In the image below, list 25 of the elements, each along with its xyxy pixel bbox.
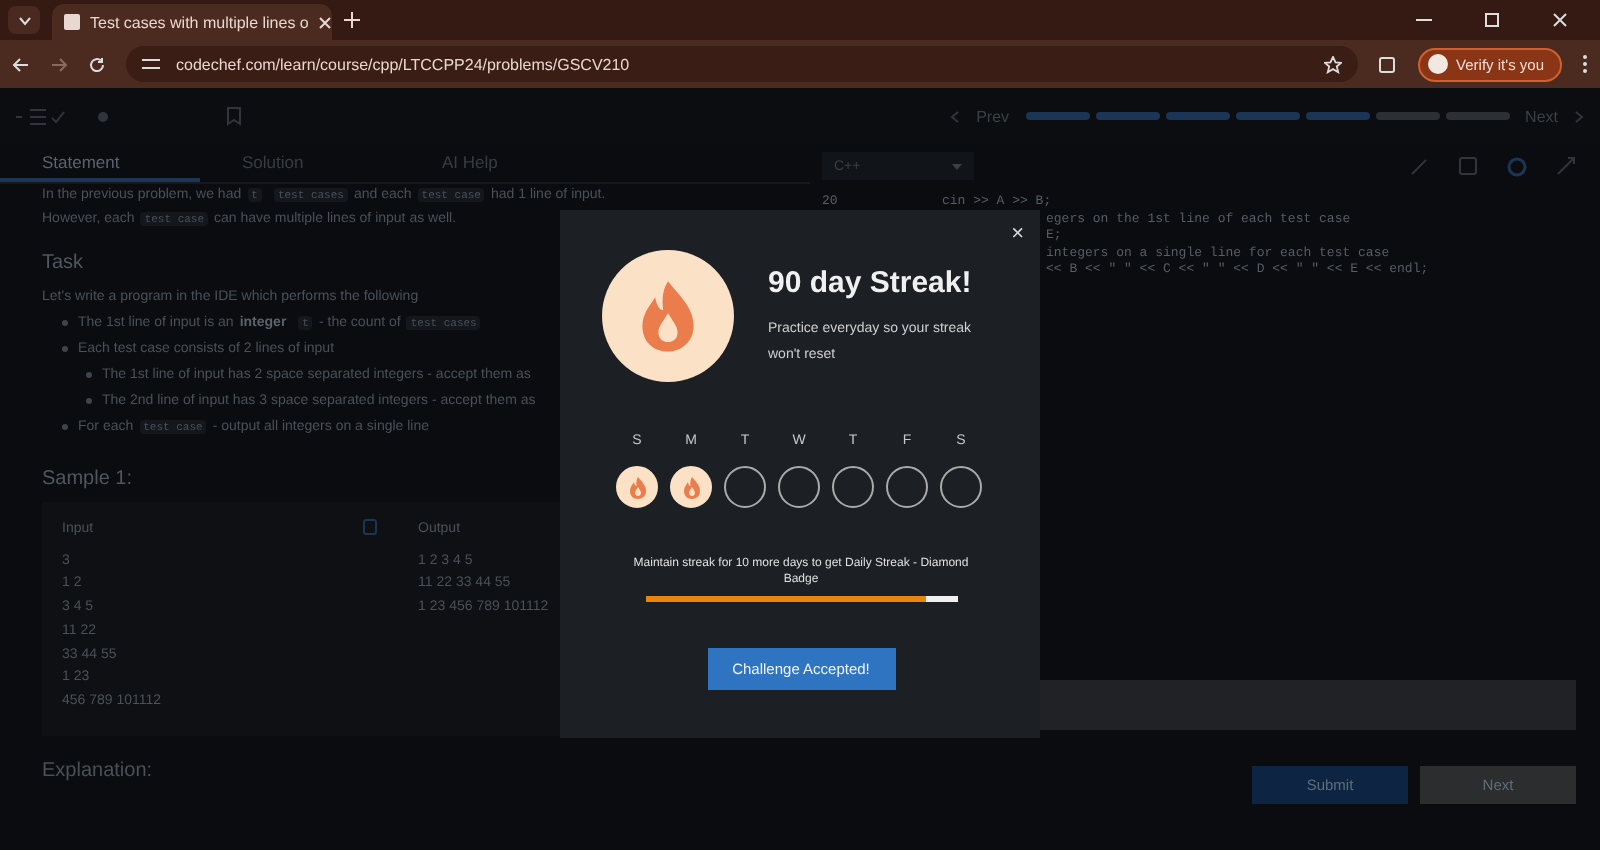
forward-icon[interactable] [50, 55, 68, 73]
section-heading: Explanation: [42, 760, 153, 782]
reload-icon[interactable] [88, 55, 106, 73]
browser-tab[interactable]: Test cases with multiple lines o [52, 4, 332, 40]
close-button[interactable]: × [1007, 222, 1028, 246]
close-icon[interactable] [318, 15, 333, 29]
star-icon[interactable] [1324, 55, 1343, 73]
tab-list-button[interactable] [8, 6, 40, 34]
flame-icon [627, 475, 647, 499]
back-icon[interactable] [12, 55, 30, 73]
restore-icon[interactable] [1484, 12, 1500, 28]
menu-icon[interactable] [1582, 54, 1588, 74]
flame-icon [681, 475, 701, 499]
dialog-title: 90 day Streak! [768, 265, 974, 299]
close-icon[interactable] [1552, 12, 1568, 28]
site-icon [64, 14, 80, 30]
new-tab-icon[interactable] [344, 12, 360, 28]
chevron-down-icon [17, 15, 31, 25]
caret-icon [952, 163, 962, 169]
site-settings-icon[interactable] [142, 56, 160, 72]
tab-title: Test cases with multiple lines o [90, 13, 309, 31]
panel-tab[interactable]: Statement [0, 144, 200, 182]
section-heading: Sample 1: [42, 468, 133, 490]
flame-icon [636, 277, 700, 355]
section-heading: Task [42, 252, 84, 274]
